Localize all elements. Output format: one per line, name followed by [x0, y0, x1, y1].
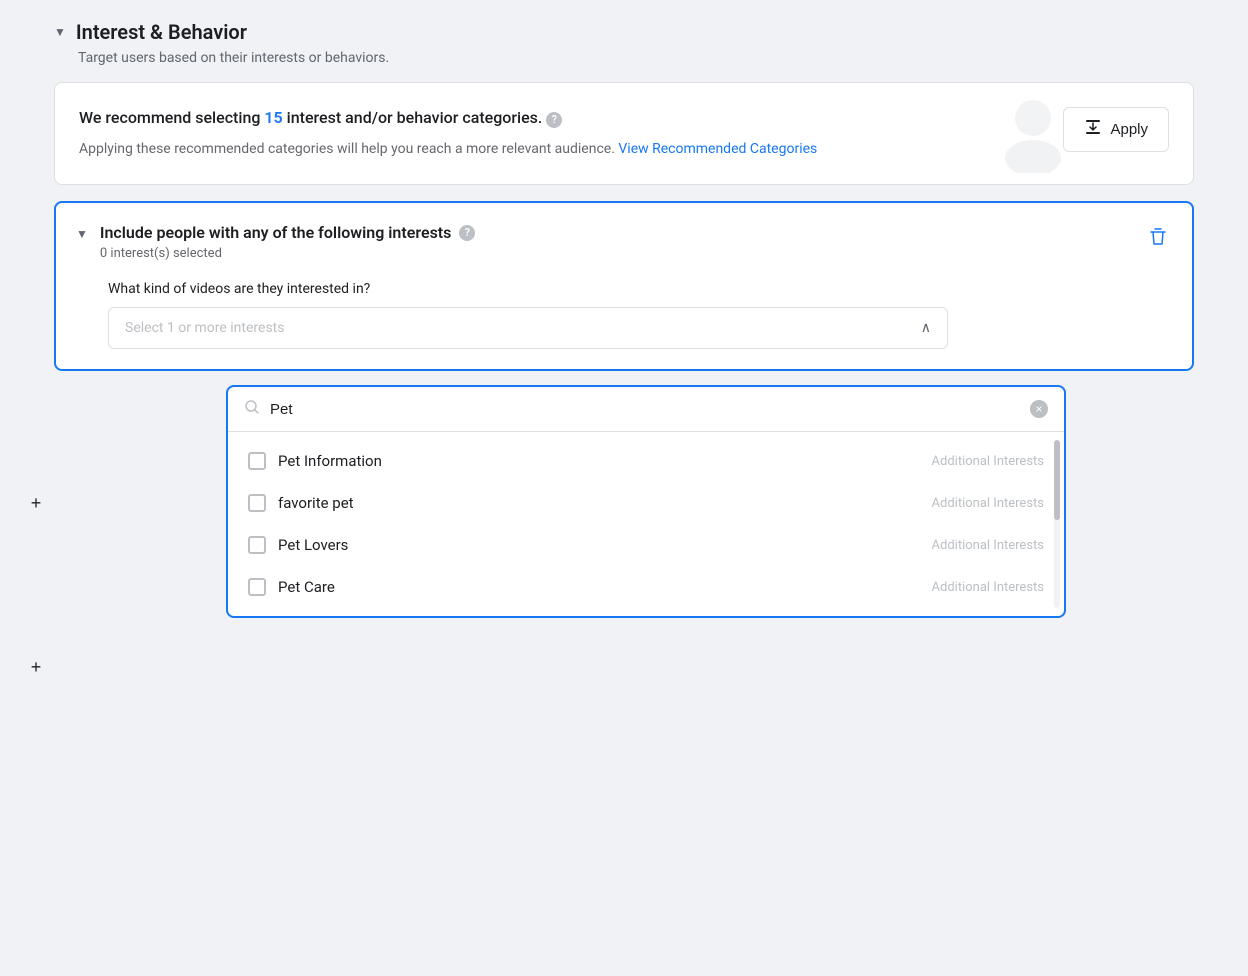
- interest-header-content: Include people with any of the following…: [100, 223, 1132, 261]
- select-chevron-icon: ∧: [921, 320, 931, 336]
- select-placeholder: Select 1 or more interests: [125, 320, 284, 336]
- recommendation-desc: Applying these recommended categories wi…: [79, 139, 1043, 160]
- list-item[interactable]: Pet Lovers Additional Interests: [228, 524, 1064, 566]
- interest-card-title: Include people with any of the following…: [100, 223, 1132, 242]
- list-item[interactable]: Pet Information Additional Interests: [228, 440, 1064, 482]
- delete-button[interactable]: [1144, 223, 1172, 251]
- chevron-icon: ▼: [54, 25, 66, 39]
- section-title: Interest & Behavior: [76, 20, 247, 44]
- interest-question: What kind of videos are they interested …: [108, 281, 1172, 297]
- view-recommended-link[interactable]: View Recommended Categories: [618, 141, 817, 157]
- side-actions: + +: [24, 491, 48, 679]
- interest-card: ▼ Include people with any of the followi…: [54, 201, 1194, 371]
- item-tag: Additional Interests: [932, 580, 1044, 595]
- apply-icon: [1084, 118, 1102, 141]
- apply-button[interactable]: Apply: [1063, 107, 1169, 152]
- page-container: ▼ Interest & Behavior Target users based…: [54, 20, 1194, 618]
- section-subtitle: Target users based on their interests or…: [78, 50, 1194, 66]
- add-group-button-1[interactable]: +: [24, 491, 48, 515]
- interest-help-icon[interactable]: ?: [459, 225, 475, 241]
- interest-section: ▼ Include people with any of the followi…: [54, 201, 1194, 618]
- item-label: Pet Care: [278, 578, 335, 596]
- item-tag: Additional Interests: [932, 496, 1044, 511]
- checkbox-pet-care[interactable]: [248, 578, 266, 596]
- item-label: Pet Lovers: [278, 536, 348, 554]
- list-item[interactable]: favorite pet Additional Interests: [228, 482, 1064, 524]
- clear-button[interactable]: ×: [1030, 400, 1048, 418]
- dropdown-list: Pet Information Additional Interests fav…: [228, 432, 1064, 616]
- recommendation-content: We recommend selecting 15 interest and/o…: [79, 107, 1063, 160]
- add-group-button-2[interactable]: +: [24, 655, 48, 679]
- interest-body: What kind of videos are they interested …: [56, 271, 1192, 369]
- search-input[interactable]: [270, 401, 1020, 418]
- recommendation-title: We recommend selecting 15 interest and/o…: [79, 107, 1043, 129]
- scrollbar-thumb[interactable]: [1054, 440, 1060, 520]
- bg-figure: [993, 93, 1073, 173]
- select-dropdown[interactable]: Select 1 or more interests ∧: [108, 307, 948, 349]
- section-header: ▼ Interest & Behavior: [54, 20, 1194, 44]
- list-item[interactable]: Pet Care Additional Interests: [228, 566, 1064, 608]
- search-icon: [244, 399, 260, 419]
- checkbox-favorite-pet[interactable]: [248, 494, 266, 512]
- item-label: Pet Information: [278, 452, 382, 470]
- recommendation-help-icon[interactable]: ?: [546, 112, 562, 128]
- checkbox-pet-information[interactable]: [248, 452, 266, 470]
- interest-chevron-icon[interactable]: ▼: [76, 227, 88, 241]
- interest-count: 0 interest(s) selected: [100, 246, 1132, 261]
- item-tag: Additional Interests: [932, 454, 1044, 469]
- clear-icon: ×: [1035, 403, 1042, 415]
- search-box: ×: [228, 387, 1064, 432]
- dropdown-panel: × Pet Information Additional Interests f…: [226, 385, 1066, 618]
- checkbox-pet-lovers[interactable]: [248, 536, 266, 554]
- interest-card-header: ▼ Include people with any of the followi…: [56, 203, 1192, 271]
- item-label: favorite pet: [278, 494, 354, 512]
- recommendation-card: We recommend selecting 15 interest and/o…: [54, 82, 1194, 185]
- item-tag: Additional Interests: [932, 538, 1044, 553]
- apply-label: Apply: [1110, 121, 1148, 138]
- scrollbar-track: [1054, 440, 1060, 608]
